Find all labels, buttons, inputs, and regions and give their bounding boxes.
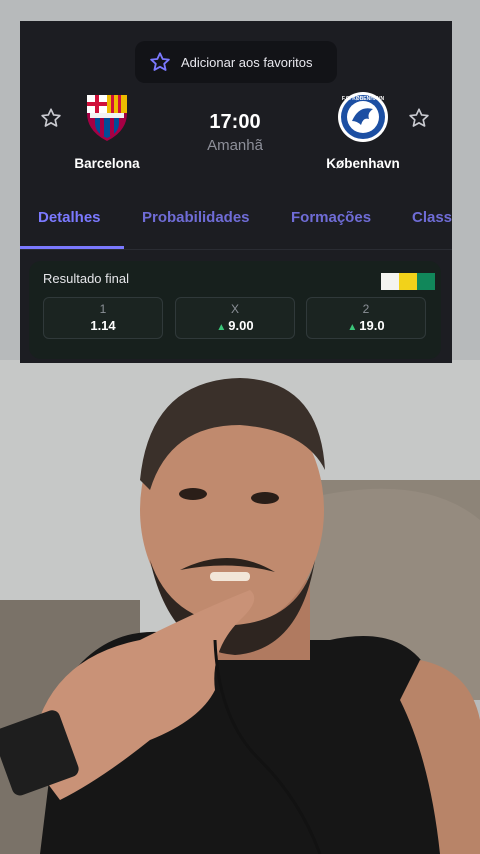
tab-detalhes[interactable]: Detalhes: [38, 201, 101, 226]
add-favorite-button[interactable]: Adicionar aos favoritos: [135, 41, 337, 83]
odd-draw-label: X: [230, 302, 239, 316]
match-card: Adicionar aos favoritos Barcelona 17:00 …: [20, 21, 452, 363]
trend-up-icon: ▲: [216, 322, 227, 333]
barcelona-crest: [87, 95, 127, 141]
follow-away-star-icon[interactable]: [408, 107, 430, 129]
away-team-name: København: [326, 156, 400, 171]
bookmaker-logo[interactable]: [381, 273, 435, 290]
tab-divider: [20, 249, 452, 250]
kobenhavn-crest-text: F.C. KØBENHAVN: [342, 96, 385, 102]
tab-bar: Detalhes Probabilidades Formações Class: [20, 201, 452, 249]
home-team[interactable]: Barcelona: [52, 91, 162, 171]
tab-formacoes[interactable]: Formações: [291, 201, 371, 226]
match-time: 17:00: [209, 111, 261, 133]
odd-draw-value: 9.00: [228, 318, 254, 333]
odds-title: Resultado final: [43, 271, 129, 286]
star-icon: [150, 52, 170, 71]
match-day: Amanhã: [207, 137, 263, 154]
odd-home-button[interactable]: 1 1.14: [43, 297, 163, 339]
odd-home-value: 1.14: [90, 318, 116, 333]
kobenhavn-crest: F.C. KØBENHAVN: [338, 92, 388, 142]
trend-up-icon: ▲: [347, 322, 358, 333]
logo-stripe-green: [417, 273, 435, 290]
odd-away-value: 19.0: [359, 318, 385, 333]
logo-stripe-yellow: [399, 273, 417, 290]
odd-away-button[interactable]: 2 ▲ 19.0: [306, 297, 426, 339]
odds-panel: Resultado final 1 1.14 X ▲ 9.00 2 ▲ 19.0: [29, 261, 441, 359]
odd-away-label: 2: [362, 302, 370, 316]
odd-home-label: 1: [99, 302, 107, 316]
tab-probabilidades[interactable]: Probabilidades: [142, 201, 250, 226]
add-favorite-label: Adicionar aos favoritos: [181, 54, 313, 70]
away-team[interactable]: F.C. KØBENHAVN København: [308, 91, 418, 171]
odd-draw-button[interactable]: X ▲ 9.00: [175, 297, 295, 339]
home-team-name: Barcelona: [74, 156, 140, 171]
tab-classificacao[interactable]: Class: [412, 201, 452, 226]
logo-stripe-white: [381, 273, 399, 290]
